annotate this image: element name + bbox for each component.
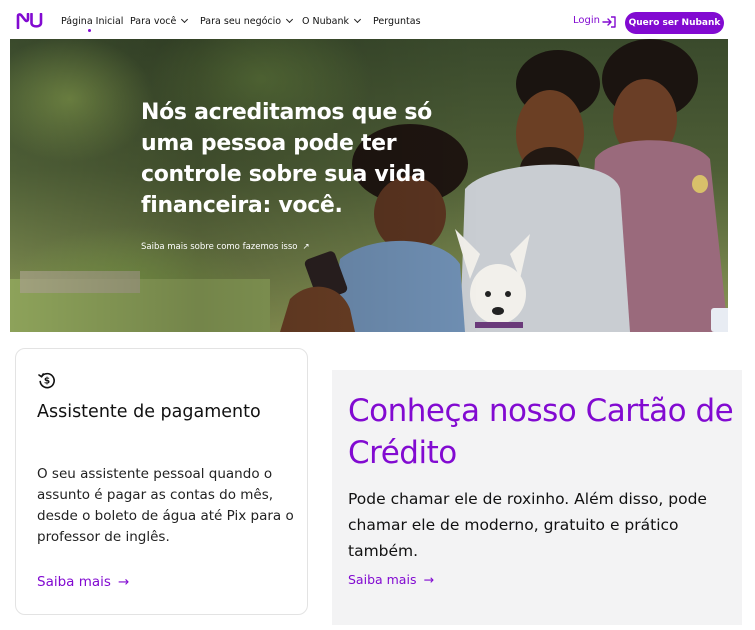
payment-cycle-icon: $ xyxy=(38,372,55,389)
card-title: Assistente de pagamento xyxy=(37,402,261,422)
arrow-right-icon: → xyxy=(423,572,434,587)
hero-link-label: Saiba mais sobre como fazemos isso xyxy=(141,242,298,252)
hero-banner: Nós acreditamos que só uma pessoa pode t… xyxy=(10,39,728,332)
active-indicator xyxy=(88,29,91,32)
svg-text:$: $ xyxy=(44,377,50,387)
arrow-right-icon: → xyxy=(117,574,130,590)
nav-link-perguntas-label: Perguntas xyxy=(373,16,421,27)
nav-link-para-seu-negocio[interactable]: Para seu negócio xyxy=(200,15,294,27)
chevron-down-icon xyxy=(181,15,189,24)
promo-description: Pode chamar ele de roxinho. Além disso, … xyxy=(348,490,707,560)
arrow-up-right-icon: ↗ xyxy=(302,242,310,252)
page-margin xyxy=(728,39,755,332)
nav-link-home[interactable]: Página Inicial xyxy=(61,16,123,27)
floating-widget[interactable] xyxy=(711,308,728,332)
nav-link-o-nubank-label: O Nubank xyxy=(302,16,349,27)
login-arrow-icon[interactable] xyxy=(602,16,616,28)
hero-title: Nós acreditamos que só uma pessoa pode t… xyxy=(141,100,432,218)
payment-assistant-card: $ Assistente de pagamento O seu assisten… xyxy=(15,348,308,615)
card-link-label: Saiba mais xyxy=(37,574,111,590)
signup-button[interactable]: Quero ser Nubank xyxy=(625,12,724,34)
card-learn-more-link[interactable]: Saiba mais → xyxy=(37,574,129,590)
nav-link-o-nubank[interactable]: O Nubank xyxy=(302,15,362,27)
nubank-logo[interactable] xyxy=(16,13,44,29)
top-navbar: Página Inicial Para você Para seu negóci… xyxy=(0,0,755,39)
card-description: O seu assistente pessoal quando o assunt… xyxy=(37,466,294,545)
nav-link-para-voce-label: Para você xyxy=(130,16,177,27)
nav-link-home-label: Página Inicial xyxy=(61,16,124,27)
promo-link-label: Saiba mais xyxy=(348,572,417,587)
chevron-down-icon xyxy=(286,15,294,24)
login-link[interactable]: Login xyxy=(573,15,600,26)
nav-link-para-seu-negocio-label: Para seu negócio xyxy=(200,16,282,27)
nav-link-perguntas[interactable]: Perguntas xyxy=(373,16,421,27)
credit-card-promo: Conheça nosso Cartão de Crédito Pode cha… xyxy=(332,370,742,625)
promo-title: Conheça nosso Cartão de Crédito xyxy=(348,393,734,471)
nav-link-para-voce[interactable]: Para você xyxy=(130,15,189,27)
hero-learn-more-link[interactable]: Saiba mais sobre como fazemos isso ↗ xyxy=(141,242,310,252)
chevron-down-icon xyxy=(353,15,362,24)
promo-learn-more-link[interactable]: Saiba mais → xyxy=(348,572,434,587)
